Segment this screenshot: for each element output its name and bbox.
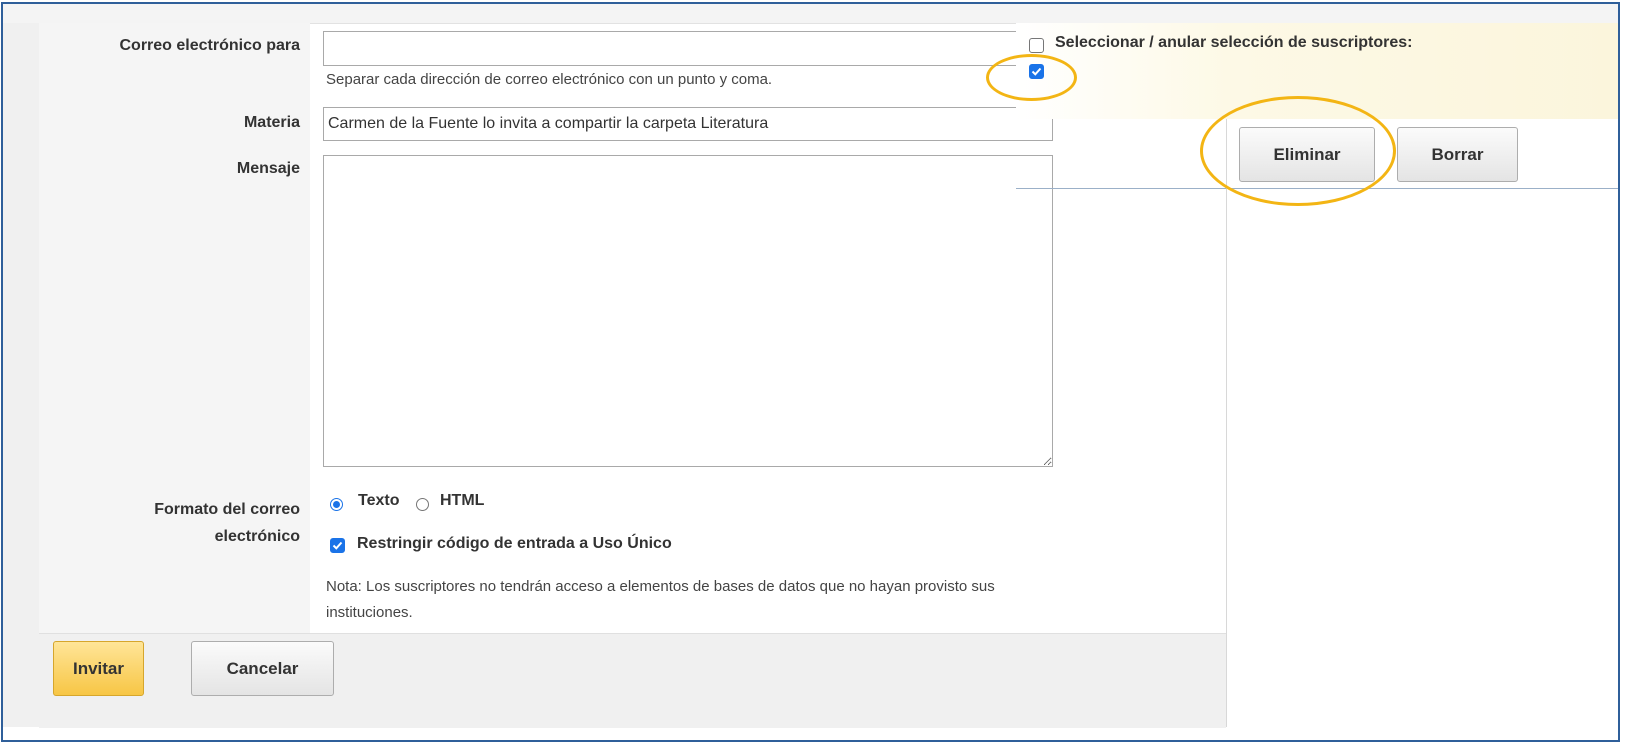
window-frame [1, 2, 1620, 742]
